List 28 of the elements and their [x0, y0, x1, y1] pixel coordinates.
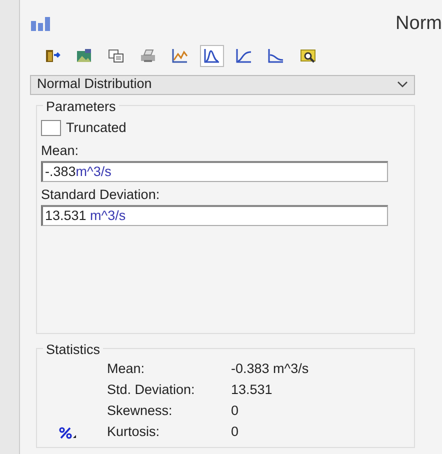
stat-value: -0.383 m^3/s: [231, 360, 309, 378]
window-title: Norm: [396, 12, 442, 36]
stat-value: 0: [231, 402, 239, 420]
stat-value: 0: [231, 423, 239, 442]
chevron-down-icon: [397, 81, 408, 88]
input-field[interactable]: -.383m^3/s: [41, 161, 388, 182]
copy-icon: [107, 47, 125, 64]
toolbar-button[interactable]: [200, 44, 224, 66]
checkbox-label: Truncated: [66, 118, 126, 136]
input-field[interactable]: 13.531 m^3/s: [41, 205, 388, 226]
stat-label: Mean:: [107, 360, 146, 378]
bell-curve-icon: [203, 47, 221, 64]
magnifier-icon: [299, 47, 317, 64]
door-icon: [43, 47, 61, 64]
rising-curve-icon: [235, 47, 253, 64]
field-label: Mean:: [41, 142, 80, 160]
stat-label: Std. Deviation:: [107, 381, 196, 400]
printer-icon: [139, 47, 157, 64]
stat-label: Skewness:: [107, 402, 174, 420]
picture-frame-icon: [75, 47, 93, 64]
stat-value: 13.531: [231, 381, 272, 400]
distribution-dropdown[interactable]: Normal Distribution: [30, 74, 415, 94]
line-chart-icon: [171, 47, 189, 64]
falling-curve-icon: [267, 47, 285, 64]
checkbox[interactable]: [41, 120, 61, 136]
stat-label: Kurtosis:: [107, 423, 161, 442]
app-icon: [30, 16, 52, 32]
field-label: Standard Deviation:: [41, 186, 161, 204]
